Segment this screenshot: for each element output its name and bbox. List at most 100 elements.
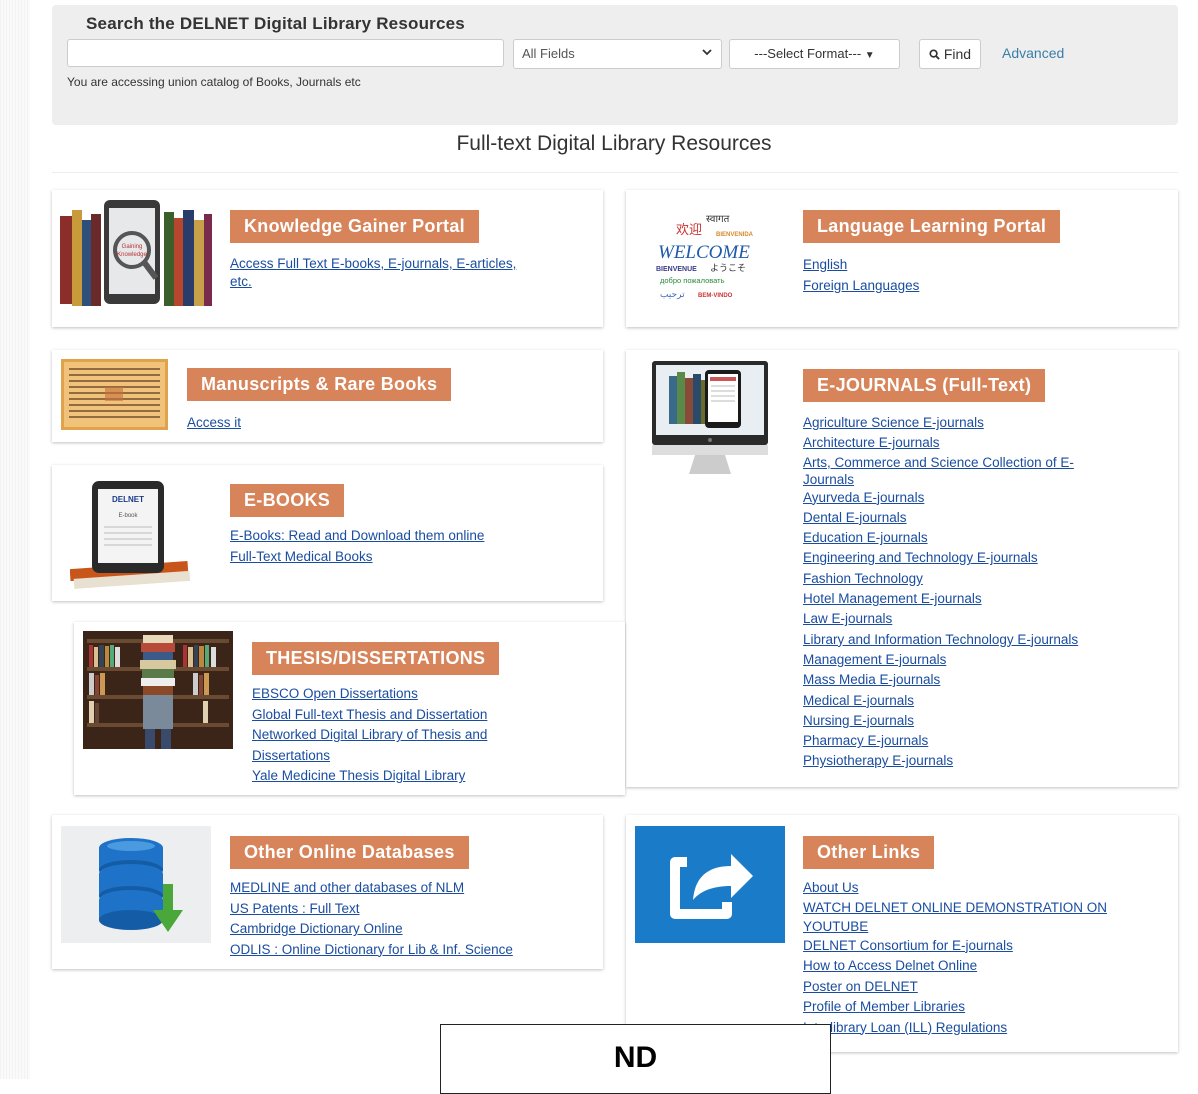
advanced-search-link[interactable]: Advanced	[1002, 45, 1064, 61]
svg-text:WELCOME: WELCOME	[658, 242, 750, 263]
link-odlis[interactable]: ODLIS : Online Dictionary for Lib & Inf.…	[230, 940, 530, 961]
books-tablet-image: Gaining Knowledge	[60, 200, 212, 312]
link-about-us[interactable]: About Us	[803, 878, 1143, 899]
knowledge-gainer-links: Access Full Text E-books, E-journals, E-…	[230, 255, 530, 291]
monitor-journals-image	[651, 360, 769, 475]
svg-text:स्वागत: स्वागत	[706, 214, 730, 225]
link-ayurveda[interactable]: Ayurveda E-journals	[803, 488, 1143, 508]
link-watch-demonstration-cont[interactable]: YOUTUBE	[803, 917, 1143, 936]
svg-text:BEM-VINDO: BEM-VINDO	[698, 293, 733, 299]
link-hotel-management[interactable]: Hotel Management E-journals	[803, 589, 1143, 609]
link-engineering[interactable]: Engineering and Technology E-journals	[803, 548, 1143, 568]
link-architecture[interactable]: Architecture E-journals	[803, 433, 1143, 453]
link-how-to-access[interactable]: How to Access Delnet Online	[803, 956, 1143, 977]
other-databases-links: MEDLINE and other databases of NLM US Pa…	[230, 878, 530, 960]
link-networked-digital-library[interactable]: Networked Digital Library of Thesis and	[252, 725, 512, 746]
link-fashion[interactable]: Fashion Technology	[803, 569, 1143, 589]
ebooks-title: E-BOOKS	[230, 484, 345, 517]
link-consortium-ejournals[interactable]: DELNET Consortium for E-journals	[803, 936, 1143, 957]
link-fulltext-medical-books[interactable]: Full-Text Medical Books	[230, 547, 550, 568]
link-cambridge-dictionary[interactable]: Cambridge Dictionary Online	[230, 919, 530, 940]
link-agriculture[interactable]: Agriculture Science E-journals	[803, 413, 1143, 433]
external-link-image	[635, 826, 785, 943]
ebooks-card: DELNET E-book E-BOOKS E-Books: Read and …	[52, 465, 603, 601]
find-button-label: Find	[943, 46, 972, 62]
format-select-button[interactable]: ---Select Format--- ▼	[729, 39, 900, 69]
knowledge-gainer-card: Gaining Knowledge Knowledge Gainer Portal…	[52, 190, 603, 327]
svg-text:BIENVENUE: BIENVENUE	[656, 266, 697, 273]
link-management[interactable]: Management E-journals	[803, 650, 1143, 670]
link-mass-media[interactable]: Mass Media E-journals	[803, 670, 1143, 690]
catalog-note: You are accessing union catalog of Books…	[67, 75, 361, 89]
other-databases-card: Other Online Databases MEDLINE and other…	[52, 815, 603, 969]
svg-text:добро пожаловать: добро пожаловать	[660, 276, 725, 285]
format-select-label: ---Select Format---	[754, 46, 862, 61]
database-download-image	[61, 826, 211, 943]
svg-text:ترحيب: ترحيب	[660, 289, 685, 300]
svg-text:欢迎: 欢迎	[676, 222, 702, 237]
search-title: Search the DELNET Digital Library Resour…	[86, 14, 465, 33]
link-law[interactable]: Law E-journals	[803, 609, 1143, 629]
welcome-languages-image: स्वागत 欢迎 BIENVENIDA WELCOME BIENVENUE よ…	[654, 208, 766, 306]
other-links-card: Other Links About Us WATCH DELNET ONLINE…	[626, 815, 1178, 1052]
link-medline[interactable]: MEDLINE and other databases of NLM	[230, 878, 530, 899]
svg-text:E-book: E-book	[118, 513, 138, 519]
ebooks-links: E-Books: Read and Download them online F…	[230, 526, 550, 567]
link-access-full-text-cont[interactable]: etc.	[230, 273, 530, 291]
link-arts-commerce-science-cont[interactable]: Journals	[803, 471, 1143, 488]
link-poster[interactable]: Poster on DELNET	[803, 977, 1143, 998]
manuscripts-links: Access it	[187, 413, 387, 434]
left-rail	[0, 0, 30, 1079]
link-yale-medicine-thesis[interactable]: Yale Medicine Thesis Digital Library	[252, 766, 512, 787]
language-learning-title: Language Learning Portal	[803, 210, 1061, 243]
link-ebsco-open-dissertations[interactable]: EBSCO Open Dissertations	[252, 684, 512, 705]
link-dental[interactable]: Dental E-journals	[803, 508, 1143, 528]
field-select-value: All Fields	[522, 46, 575, 61]
svg-text:BIENVENIDA: BIENVENIDA	[716, 232, 754, 238]
other-databases-title: Other Online Databases	[230, 836, 469, 869]
chevron-down-icon	[701, 45, 713, 61]
link-us-patents[interactable]: US Patents : Full Text	[230, 899, 530, 920]
link-pharmacy[interactable]: Pharmacy E-journals	[803, 731, 1143, 751]
link-education[interactable]: Education E-journals	[803, 528, 1143, 548]
link-ebooks-read-download[interactable]: E-Books: Read and Download them online	[230, 526, 550, 547]
search-panel: Search the DELNET Digital Library Resour…	[52, 5, 1178, 125]
link-english[interactable]: English	[803, 255, 1103, 276]
link-access-it[interactable]: Access it	[187, 413, 387, 434]
manuscripts-card: Manuscripts & Rare Books Access it	[52, 350, 603, 442]
search-input[interactable]	[67, 39, 504, 67]
ejournals-card: E-JOURNALS (Full-Text) Agriculture Scien…	[626, 350, 1178, 787]
link-member-libraries[interactable]: Profile of Member Libraries	[803, 997, 1143, 1018]
floating-label-text: ND	[613, 1041, 658, 1074]
ejournals-links: Agriculture Science E-journals Architect…	[803, 413, 1143, 772]
link-foreign-languages[interactable]: Foreign Languages	[803, 276, 1103, 297]
thesis-card: THESIS/DISSERTATIONS EBSCO Open Disserta…	[74, 622, 625, 795]
link-medical[interactable]: Medical E-journals	[803, 691, 1143, 711]
link-networked-digital-library-cont[interactable]: Dissertations	[252, 746, 512, 767]
field-select[interactable]: All Fields	[513, 39, 722, 69]
link-ill-regulations[interactable]: Interlibrary Loan (ILL) Regulations	[803, 1018, 1143, 1039]
manuscripts-title: Manuscripts & Rare Books	[187, 368, 452, 401]
link-nursing[interactable]: Nursing E-journals	[803, 711, 1143, 731]
floating-label-box: ND	[440, 1024, 831, 1094]
find-button[interactable]: Find	[919, 39, 981, 69]
svg-text:ようこそ: ようこそ	[710, 263, 746, 273]
link-arts-commerce-science[interactable]: Arts, Commerce and Science Collection of…	[803, 454, 1143, 471]
svg-text:Knowledge: Knowledge	[117, 252, 147, 258]
thesis-links: EBSCO Open Dissertations Global Full-tex…	[252, 684, 512, 787]
svg-text:DELNET: DELNET	[112, 495, 144, 504]
link-global-fulltext-thesis[interactable]: Global Full-text Thesis and Dissertation	[252, 705, 512, 726]
caret-down-icon: ▼	[864, 50, 875, 61]
other-links-title: Other Links	[803, 836, 935, 869]
link-physiotherapy[interactable]: Physiotherapy E-journals	[803, 751, 1143, 771]
ejournals-title: E-JOURNALS (Full-Text)	[803, 369, 1046, 402]
link-watch-demonstration[interactable]: WATCH DELNET ONLINE DEMONSTRATION ON	[803, 899, 1143, 917]
link-library-info-tech[interactable]: Library and Information Technology E-jou…	[803, 630, 1143, 650]
language-learning-card: स्वागत 欢迎 BIENVENIDA WELCOME BIENVENUE よ…	[626, 190, 1178, 327]
manuscript-image	[61, 359, 168, 430]
ebook-reader-image: DELNET E-book	[70, 477, 190, 591]
thesis-title: THESIS/DISSERTATIONS	[252, 642, 500, 675]
knowledge-gainer-title: Knowledge Gainer Portal	[230, 210, 479, 243]
divider	[52, 172, 1178, 173]
link-access-full-text[interactable]: Access Full Text E-books, E-journals, E-…	[230, 255, 530, 273]
